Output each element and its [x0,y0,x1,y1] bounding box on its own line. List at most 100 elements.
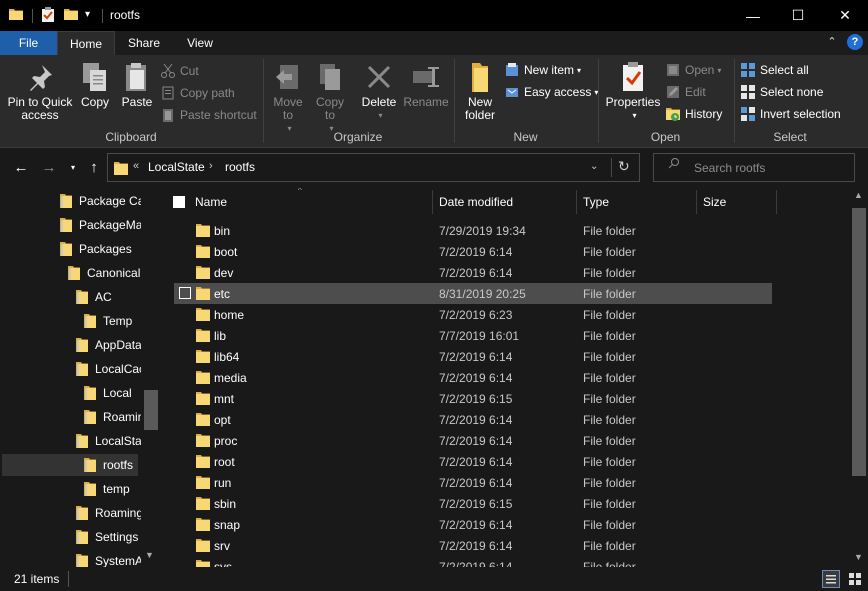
file-row[interactable]: lib64 7/2/2019 6:14 File folder [174,346,772,367]
tab-file[interactable]: File [0,31,57,55]
nav-scrollbar[interactable]: ▼ [141,188,158,567]
search-input[interactable] [653,153,855,182]
minimize-button[interactable]: — [730,0,776,31]
file-row[interactable]: proc 7/2/2019 6:14 File folder [174,430,772,451]
move-to-button[interactable]: Move to ▾ [270,61,306,135]
folder-icon [196,454,210,471]
edit-button[interactable]: Edit [665,82,706,102]
help-icon[interactable]: ? [847,34,863,50]
file-row[interactable]: media 7/2/2019 6:14 File folder [174,367,772,388]
nav-tree-item[interactable]: AC [74,286,141,308]
properties-button[interactable]: Properties ▾ [604,61,662,122]
tab-view[interactable]: View [172,31,228,55]
breadcrumb-localstate[interactable]: LocalState [148,160,205,174]
breadcrumb-separator-icon[interactable]: › [209,160,213,172]
file-row[interactable]: root 7/2/2019 6:14 File folder [174,451,772,472]
file-row[interactable]: lib 7/7/2019 16:01 File folder [174,325,772,346]
nav-tree-item[interactable]: SystemA [74,550,141,567]
file-row[interactable]: bin 7/29/2019 19:34 File folder [174,220,772,241]
file-row[interactable]: opt 7/2/2019 6:14 File folder [174,409,772,430]
nav-tree-item[interactable]: LocalStat [74,430,141,452]
address-bar[interactable]: « LocalState › rootfs ⌄ ↻ [107,153,640,182]
nav-tree-item[interactable]: Temp [82,310,141,332]
column-divider[interactable] [576,190,577,214]
select-all-checkbox[interactable] [173,196,185,208]
open-button[interactable]: Open ▾ [665,60,721,80]
nav-tree-item[interactable]: Package Ca [58,190,141,212]
details-view-icon[interactable] [822,570,840,588]
column-type[interactable]: Type [583,188,609,216]
collapse-ribbon-icon[interactable]: ⌃ [824,35,840,51]
file-row[interactable]: home 7/2/2019 6:23 File folder [174,304,772,325]
column-name[interactable]: Name [195,188,227,216]
cut-button[interactable]: Cut [160,61,199,81]
new-folder-button[interactable]: New folder [460,61,500,122]
close-button[interactable]: ✕ [822,0,868,31]
nav-tree-item[interactable]: Local [82,382,141,404]
file-row[interactable]: dev 7/2/2019 6:14 File folder [174,262,772,283]
select-none-button[interactable]: Select none [740,82,823,102]
nav-tree-item[interactable]: rootfs [2,454,138,476]
nav-tree-item[interactable]: PackageMa [58,214,141,236]
nav-tree-item[interactable]: Roamir [82,406,141,428]
properties-quick-icon[interactable] [41,7,55,22]
new-folder-quick-icon[interactable] [64,8,78,20]
tab-share[interactable]: Share [118,31,170,55]
recent-locations-chevron-icon[interactable]: ▾ [64,159,82,177]
file-row[interactable]: srv 7/2/2019 6:14 File folder [174,535,772,556]
refresh-icon[interactable]: ↻ [618,158,630,175]
scroll-down-icon[interactable]: ▼ [854,552,863,562]
column-divider[interactable] [776,190,777,214]
customize-toolbar-icon[interactable]: ▾ [85,9,99,21]
nav-tree-item[interactable]: Canonical [66,262,141,284]
history-button[interactable]: History [665,104,722,124]
row-checkbox[interactable] [179,287,191,299]
nav-tree-item[interactable]: Packages [58,238,141,260]
back-arrow-icon[interactable]: ← [12,159,30,177]
copy-to-button[interactable]: Copy to ▾ [312,61,348,135]
breadcrumb-rootfs[interactable]: rootfs [225,160,255,174]
file-row[interactable]: snap 7/2/2019 6:14 File folder [174,514,772,535]
breadcrumb-overflow-icon[interactable]: « [133,160,139,172]
forward-arrow-icon[interactable]: → [40,159,58,177]
file-row[interactable]: sys 7/2/2019 6:14 File folder [174,556,772,567]
nav-tree-item[interactable]: Roaming [74,502,141,524]
paste-shortcut-button[interactable]: Paste shortcut [160,105,257,125]
column-size[interactable]: Size [703,188,726,216]
file-name: boot [214,245,238,259]
address-dropdown-icon[interactable]: ⌄ [590,161,598,172]
nav-tree-item[interactable]: LocalCac [74,358,141,380]
easy-access-button[interactable]: Easy access ▾ [504,82,598,102]
file-list-scrollbar[interactable]: ▲ ▼ [850,188,868,567]
up-arrow-icon[interactable]: ↑ [85,159,103,177]
pin-to-quick-access-button[interactable]: Pin to Quick access [5,61,75,122]
paste-button[interactable]: Paste [118,61,156,109]
copy-button[interactable]: Copy [76,61,114,109]
file-list-scrollbar-thumb[interactable] [852,208,866,476]
scroll-down-icon[interactable]: ▼ [145,550,154,560]
file-row[interactable]: run 7/2/2019 6:14 File folder [174,472,772,493]
maximize-button[interactable]: ☐ [775,0,821,31]
large-icons-view-icon[interactable] [846,570,864,588]
copy-path-button[interactable]: Copy path [160,83,235,103]
column-divider[interactable] [432,190,433,214]
tab-home[interactable]: Home [57,31,115,55]
select-all-button[interactable]: Select all [740,60,809,80]
delete-button[interactable]: Delete ▾ [359,61,399,122]
file-name: srv [214,539,230,553]
column-date-modified[interactable]: Date modified [439,188,513,216]
nav-scrollbar-thumb[interactable] [144,390,158,430]
nav-tree-item[interactable]: AppData [74,334,141,356]
column-divider[interactable] [696,190,697,214]
nav-tree-item[interactable]: temp [82,478,141,500]
scroll-up-icon[interactable]: ▲ [854,190,863,200]
nav-tree-label: LocalCac [95,362,141,376]
file-row[interactable]: mnt 7/2/2019 6:15 File folder [174,388,772,409]
new-item-button[interactable]: New item ▾ [504,60,581,80]
file-row[interactable]: sbin 7/2/2019 6:15 File folder [174,493,772,514]
rename-button[interactable]: Rename [403,61,449,109]
invert-selection-button[interactable]: Invert selection [740,104,841,124]
file-row[interactable]: boot 7/2/2019 6:14 File folder [174,241,772,262]
file-row[interactable]: etc 8/31/2019 20:25 File folder [174,283,772,304]
nav-tree-item[interactable]: Settings [74,526,141,548]
